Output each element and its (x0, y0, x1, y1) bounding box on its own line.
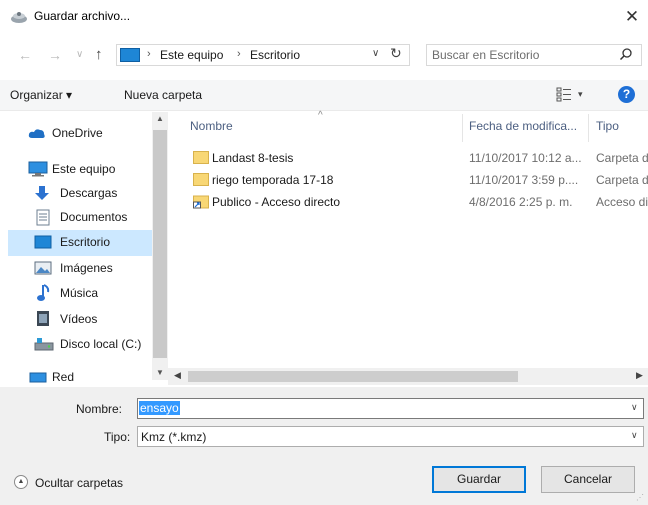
file-name[interactable]: Landast 8-tesis (212, 151, 293, 165)
cancel-button[interactable]: Cancelar (541, 466, 635, 493)
file-name[interactable]: Publico - Acceso directo (212, 195, 340, 209)
sidebar-item-label: Música (60, 286, 99, 300)
pictures-icon (34, 261, 52, 275)
sidebar-item-label: Escritorio (60, 235, 111, 249)
up-button[interactable]: ↑ (95, 46, 103, 63)
sidebar-item-label: Este equipo (52, 162, 116, 176)
breadcrumb-separator: › (237, 48, 241, 60)
scroll-right-button[interactable]: ▶ (636, 370, 643, 381)
file-type: Carpeta d (596, 151, 648, 165)
search-icon[interactable] (619, 47, 633, 61)
recent-locations-button[interactable]: ∨ (76, 49, 83, 60)
organize-button[interactable]: Organizar ▾ (10, 88, 72, 102)
sidebar-item-label: Descargas (60, 186, 118, 200)
music-icon (37, 284, 50, 301)
scroll-down-button[interactable]: ▼ (152, 368, 168, 377)
folder-icon (193, 173, 209, 186)
search-placeholder: Buscar en Escritorio (432, 48, 540, 62)
file-date: 11/10/2017 3:59 p.... (469, 173, 579, 187)
resize-grip[interactable]: ⋰ (636, 493, 644, 502)
sidebar-item-documentos[interactable]: Documentos (0, 206, 152, 230)
document-icon (36, 209, 50, 226)
column-divider[interactable] (588, 114, 589, 142)
network-icon (29, 372, 47, 383)
sidebar-item-descargas[interactable]: Descargas (0, 182, 152, 206)
sidebar-item-onedrive[interactable]: OneDrive (0, 122, 152, 146)
chevron-up-icon[interactable]: ▲ (14, 475, 28, 489)
help-icon[interactable]: ? (618, 86, 635, 103)
sort-indicator: ^ (318, 110, 323, 121)
sidebar-item-este-equipo[interactable]: Este equipo (0, 158, 152, 182)
save-button[interactable]: Guardar (432, 466, 526, 493)
file-name-dropdown[interactable]: ∨ (631, 402, 638, 413)
file-type-value: Kmz (*.kmz) (141, 430, 207, 444)
file-date: 4/8/2016 2:25 p. m. (469, 195, 573, 209)
sidebar-item-label: Red (52, 370, 75, 384)
cloud-icon (28, 129, 45, 138)
sidebar-item-label: Documentos (60, 210, 128, 224)
column-header-type[interactable]: Tipo (596, 119, 619, 133)
column-header-date[interactable]: Fecha de modifica... (469, 119, 577, 133)
scroll-left-button[interactable]: ◀ (174, 370, 181, 381)
sidebar-scroll-thumb[interactable] (153, 130, 167, 358)
back-button[interactable]: ← (18, 47, 32, 63)
file-type-label: Tipo: (104, 430, 131, 444)
breadcrumb-escritorio[interactable]: Escritorio (250, 48, 300, 62)
column-header-name[interactable]: Nombre (190, 119, 233, 133)
breadcrumb-separator: › (147, 48, 151, 60)
computer-icon (28, 161, 48, 177)
sidebar-item-label: Imágenes (60, 261, 113, 275)
column-divider[interactable] (462, 114, 463, 142)
sidebar-item-label: OneDrive (52, 126, 103, 140)
file-type: Carpeta d (596, 173, 648, 187)
desktop-icon (120, 48, 140, 62)
sidebar-item-escritorio[interactable]: Escritorio (0, 231, 152, 255)
view-options-icon[interactable] (556, 86, 572, 102)
download-icon (35, 186, 49, 200)
sidebar-item-disco-local[interactable]: Disco local (C:) (0, 333, 152, 357)
desktop-icon (34, 235, 52, 249)
file-name-input[interactable] (137, 398, 644, 419)
file-date: 11/10/2017 10:12 a... (469, 151, 582, 165)
scroll-up-button[interactable]: ▲ (152, 114, 168, 123)
file-type: Acceso di (596, 195, 648, 209)
sidebar-item-videos[interactable]: Vídeos (0, 308, 152, 332)
app-icon (11, 12, 27, 23)
sidebar-item-label: Vídeos (60, 312, 98, 326)
file-name[interactable]: riego temporada 17-18 (212, 173, 333, 187)
address-dropdown[interactable]: ∨ (372, 48, 379, 59)
sidebar-item-imagenes[interactable]: Imágenes (0, 257, 152, 281)
breadcrumb-este-equipo[interactable]: Este equipo (160, 48, 223, 62)
forward-button[interactable]: → (48, 47, 62, 63)
horizontal-scroll-thumb[interactable] (188, 371, 518, 382)
refresh-icon[interactable]: ↻ (390, 45, 402, 62)
file-type-dropdown[interactable]: ∨ (631, 430, 638, 441)
new-folder-button[interactable]: Nueva carpeta (124, 88, 202, 102)
drive-icon (34, 338, 54, 351)
shortcut-icon (193, 195, 209, 209)
view-dropdown[interactable]: ▾ (578, 89, 583, 100)
command-bar (0, 80, 648, 111)
file-name-value[interactable]: ensayo (139, 401, 180, 415)
window-title: Guardar archivo... (34, 9, 131, 23)
sidebar-item-musica[interactable]: Música (0, 282, 152, 306)
close-button[interactable]: ✕ (618, 5, 646, 29)
hide-folders-button[interactable]: Ocultar carpetas (35, 476, 123, 490)
folder-icon (193, 151, 209, 164)
file-name-label: Nombre: (76, 402, 123, 416)
sidebar-item-label: Disco local (C:) (60, 337, 142, 351)
file-type-select[interactable] (137, 426, 644, 447)
video-icon (37, 311, 49, 326)
